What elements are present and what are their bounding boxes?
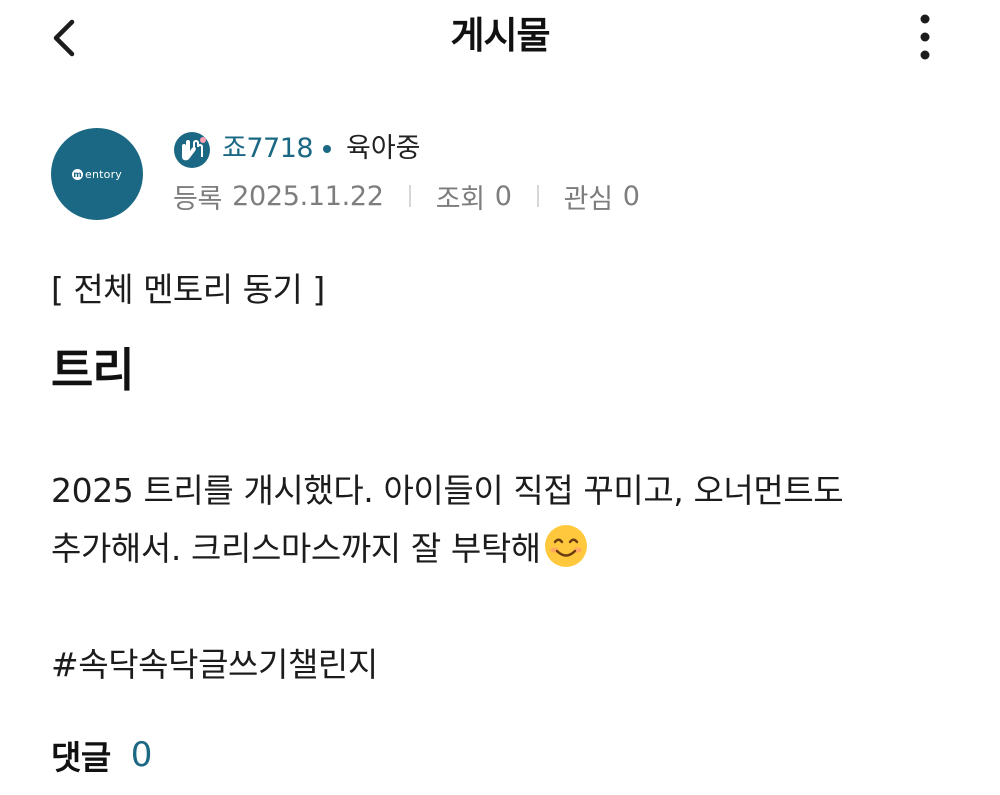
comment-label: 댓글 — [51, 738, 111, 777]
more-vertical-icon — [920, 14, 930, 60]
interest-label: 관심 — [563, 183, 613, 215]
hashtag-link[interactable]: #속닥속닥글쓰기챌린지 — [51, 640, 378, 690]
views-label: 조회 — [435, 183, 485, 215]
hands-badge-icon — [173, 131, 211, 169]
body-line: 2025 트리를 개시했다. 아이들이 직접 꾸미고, 오너먼트도 — [51, 471, 844, 510]
post-title: 트리 — [51, 343, 135, 397]
body-line-with-emoji: 추가해서. 크리스마스까지 잘 부탁해 — [51, 520, 951, 578]
top-app-bar: 게시물 — [0, 0, 1000, 76]
views-count: 0 — [494, 180, 512, 212]
separator-dot — [323, 145, 331, 153]
avatar-logo-text: entory — [84, 167, 122, 181]
author-status: 육아중 — [346, 133, 421, 164]
page-title: 게시물 — [450, 14, 550, 57]
interest-count: 0 — [622, 180, 640, 212]
registered-date: 2025.11.22 — [232, 180, 384, 212]
comment-count: 0 — [130, 735, 153, 775]
smiling-face-emoji — [543, 523, 589, 569]
mentory-logo-icon: m — [71, 168, 83, 180]
post-detail-screen: 게시물 m entory 죠7718 육아중 등록 2025.11.22 조회 … — [0, 0, 1000, 795]
author-avatar[interactable]: m entory — [51, 128, 143, 220]
author-nickname[interactable]: 죠7718 — [222, 131, 314, 167]
comment-header: 댓글 0 — [51, 730, 152, 780]
post-category: [ 전체 멘토리 동기 ] — [51, 270, 325, 309]
post-meta: 등록 2025.11.22 조회 0 관심 0 — [173, 178, 640, 215]
post-body: 2025 트리를 개시했다. 아이들이 직접 꾸미고, 오너먼트도 추가해서. … — [51, 462, 951, 578]
more-options-button[interactable] — [902, 10, 948, 64]
meta-divider — [536, 185, 539, 207]
meta-divider — [408, 185, 411, 207]
body-line-text: 추가해서. 크리스마스까지 잘 부탁해 — [51, 529, 541, 568]
registered-label: 등록 — [173, 183, 223, 215]
